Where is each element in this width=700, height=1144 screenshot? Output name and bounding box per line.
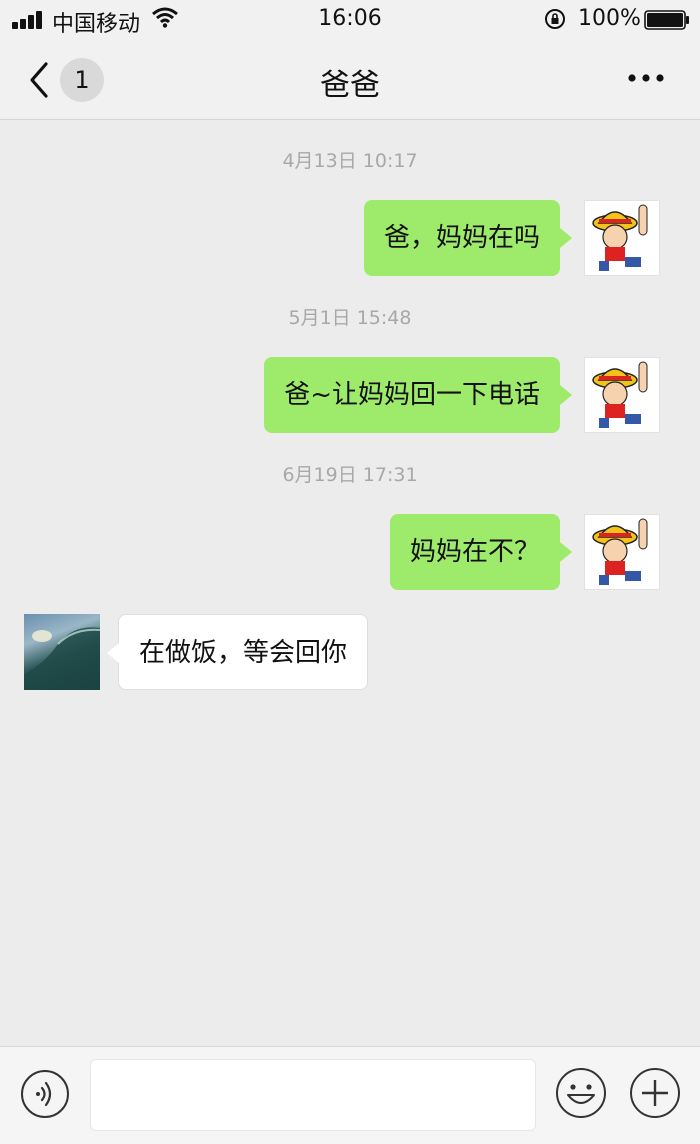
sent-message-bubble[interactable]: 爸，妈妈在吗 — [363, 200, 573, 276]
message-timestamp: 5月1日 15:48 — [288, 307, 412, 329]
chat-title: 爸爸 — [320, 68, 380, 103]
message-timestamp: 4月13日 10:17 — [282, 150, 418, 172]
voice-icon[interactable] — [20, 1069, 70, 1119]
message-input[interactable] — [90, 1059, 536, 1131]
message-timestamp: 6月19日 17:31 — [282, 464, 418, 486]
cartoon-avatar-icon — [592, 518, 648, 585]
my-avatar[interactable] — [584, 200, 660, 276]
ocean-wave-icon — [24, 627, 100, 690]
chat-header: 1 爸爸 — [0, 40, 700, 120]
message-input-bar — [0, 1046, 700, 1144]
contact-avatar[interactable] — [24, 614, 100, 690]
smiley-icon[interactable] — [555, 1067, 607, 1119]
my-avatar[interactable] — [584, 357, 660, 433]
battery-percentage: 100% — [578, 6, 641, 31]
my-avatar[interactable] — [584, 514, 660, 590]
status-bar: 中国移动 16:06 100% — [0, 0, 700, 40]
battery-icon — [644, 10, 689, 30]
sent-message-bubble[interactable]: 爸~让妈妈回一下电话 — [264, 357, 572, 433]
received-message-bubble[interactable]: 在做饭，等会回你 — [106, 614, 369, 690]
sent-message-bubble[interactable]: 妈妈在不？ — [389, 514, 573, 590]
plus-icon[interactable] — [629, 1067, 681, 1119]
cartoon-avatar-icon — [592, 204, 648, 271]
more-options-icon[interactable] — [626, 66, 666, 90]
rotation-lock-icon — [545, 9, 565, 29]
cartoon-avatar-icon — [592, 361, 648, 428]
